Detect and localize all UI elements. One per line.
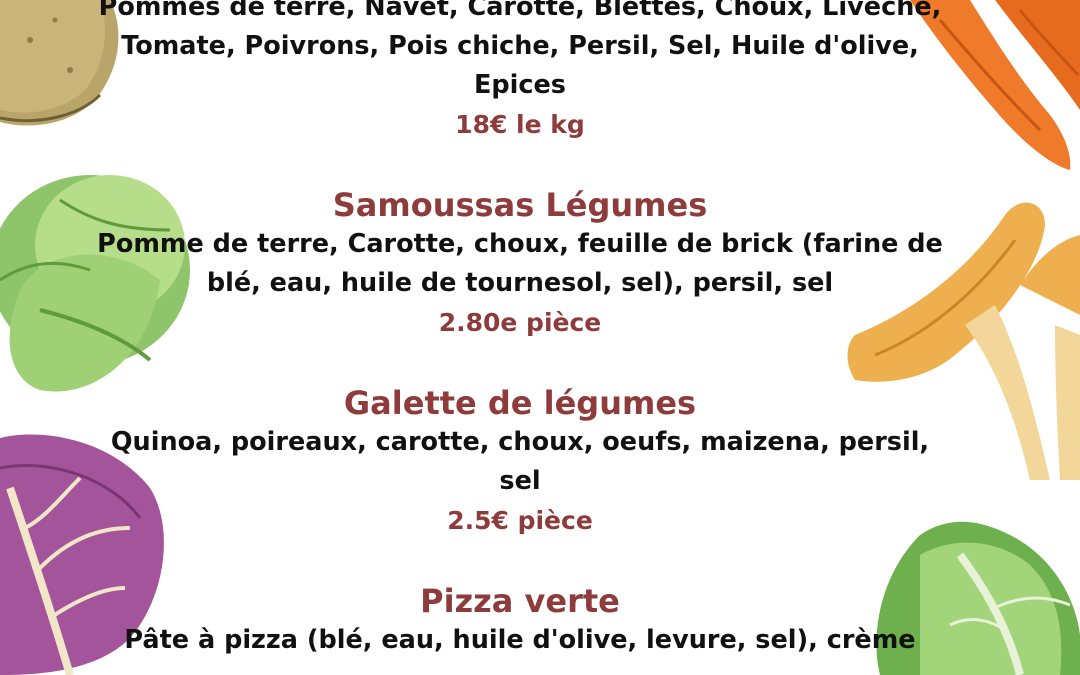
dish-price: 18€ le kg: [455, 110, 585, 139]
menu-item: Pizza verte Pâte à pizza (blé, eau, huil…: [90, 581, 950, 660]
menu-list: Pommes de terre, Navet, Carotte, Blettes…: [90, 0, 950, 660]
menu-item: Galette de légumes Quinoa, poireaux, car…: [90, 383, 950, 541]
dish-ingredients: Pommes de terre, Navet, Carotte, Blettes…: [98, 0, 942, 100]
menu-item: Samoussas Légumes Pomme de terre, Carott…: [90, 185, 950, 343]
dish-ingredients: Quinoa, poireaux, carotte, choux, oeufs,…: [110, 427, 930, 496]
dish-title: Galette de légumes: [343, 384, 697, 422]
dish-price: 2.5€ pièce: [447, 506, 593, 535]
menu-item: Pommes de terre, Navet, Carotte, Blettes…: [90, 0, 950, 145]
dish-title: Samoussas Légumes: [332, 186, 708, 224]
dish-title: Pizza verte: [420, 582, 620, 620]
dish-ingredients: Pomme de terre, Carotte, choux, feuille …: [97, 229, 943, 298]
dish-ingredients: Pâte à pizza (blé, eau, huile d'olive, l…: [124, 625, 916, 655]
dish-price: 2.80e pièce: [438, 308, 602, 337]
